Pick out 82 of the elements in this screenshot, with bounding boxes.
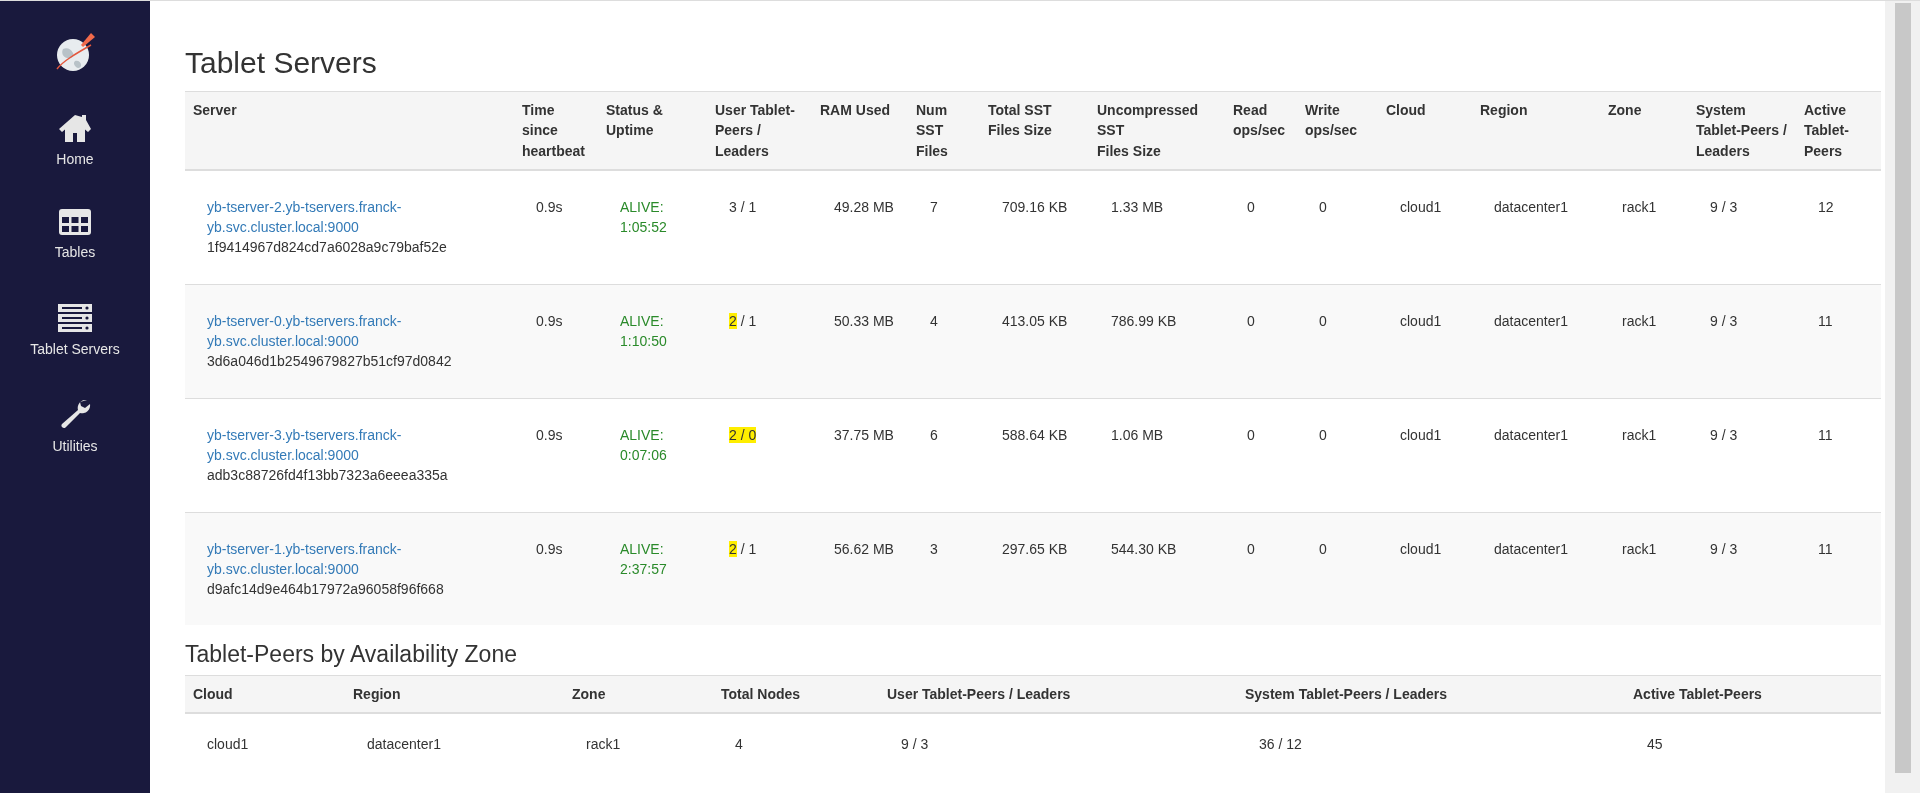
scrollbar[interactable] — [1885, 1, 1920, 793]
column-header: Server — [185, 91, 514, 170]
column-header: Cloud — [1378, 91, 1472, 170]
status-text: ALIVE: — [620, 539, 665, 559]
table-cell: cloud1 — [185, 713, 345, 783]
uptime-text: 1:05:52 — [620, 218, 668, 238]
column-header: Zone — [564, 675, 713, 714]
column-header: Cloud — [185, 675, 345, 714]
column-header: Active Tablet-Peers — [1796, 91, 1881, 170]
table-cell: cloud1 — [1378, 512, 1472, 626]
table-cell: 11 — [1796, 512, 1881, 626]
column-header: Time since heartbeat — [514, 91, 598, 170]
table-cell: 9 / 3 — [1688, 284, 1796, 399]
server-stack-icon — [57, 303, 93, 333]
server-link[interactable]: yb-tserver-2.yb-tservers.franck-yb.svc.cluster.local:9000 — [207, 196, 422, 238]
column-header: RAM Used — [812, 91, 908, 170]
server-uuid: adb3c88726fd4f13bb7323a6eeea335a — [207, 466, 449, 486]
column-header: User Tablet-Peers / Leaders — [707, 91, 812, 170]
table-cell: rack1 — [1600, 512, 1688, 626]
column-header: Write ops/sec — [1297, 91, 1378, 170]
table-cell: 413.05 KB — [980, 284, 1089, 399]
table-cell: 0 — [1225, 512, 1297, 626]
column-header: Status & Uptime — [598, 91, 707, 170]
table-cell: 0.9s — [514, 512, 598, 626]
column-header: Zone — [1600, 91, 1688, 170]
column-header: User Tablet-Peers / Leaders — [879, 675, 1237, 714]
table-cell: 786.99 KB — [1089, 284, 1225, 399]
table-cell: 45 — [1625, 713, 1881, 783]
sidebar-item[interactable]: Tables — [54, 208, 96, 303]
server-uuid: d9afc14d9e464b17972a96058f96f668 — [207, 580, 445, 600]
table-cell: cloud1 — [1378, 284, 1472, 399]
table-cell: 297.65 KB — [980, 512, 1089, 626]
column-header: System Tablet-Peers / Leaders — [1237, 675, 1625, 714]
server-link[interactable]: yb-tserver-3.yb-tservers.franck-yb.svc.cluster.local:9000 — [207, 424, 422, 466]
status-text: ALIVE: — [620, 197, 665, 217]
table-cell: datacenter1 — [345, 713, 564, 783]
status-text: ALIVE: — [620, 425, 665, 445]
section-title: Tablet-Peers by Availability Zone — [185, 641, 518, 670]
table-cell: 11 — [1796, 284, 1881, 399]
column-header: Region — [345, 675, 564, 714]
server-link[interactable]: yb-tserver-1.yb-tservers.franck-yb.svc.cluster.local:9000 — [207, 538, 422, 580]
table-cell: rack1 — [1600, 284, 1688, 399]
table-cell: 56.62 MB — [812, 512, 908, 626]
sidebar-item[interactable]: Home — [56, 113, 94, 208]
table-cell: 50.33 MB — [812, 284, 908, 399]
table-cell: 0 — [1297, 284, 1378, 399]
table-cell: 544.30 KB — [1089, 512, 1225, 626]
column-header: Total SST Files Size — [980, 91, 1089, 170]
page-title: Tablet Servers — [185, 45, 378, 81]
uptime-text: 0:07:06 — [620, 445, 668, 465]
status-text: ALIVE: — [620, 311, 665, 331]
column-header: Region — [1472, 91, 1600, 170]
column-header: Uncompressed SST Files Size — [1089, 91, 1225, 170]
table-cell: 9 / 3 — [1688, 512, 1796, 626]
table-cell: 3 — [908, 512, 980, 626]
table-cell: rack1 — [564, 713, 713, 783]
uptime-text: 2:37:57 — [620, 559, 668, 579]
table-cell: 0 — [1297, 512, 1378, 626]
table-cell: 4 — [713, 713, 879, 783]
server-link[interactable]: yb-tserver-0.yb-tservers.franck-yb.svc.cluster.local:9000 — [207, 310, 422, 352]
column-header: Active Tablet-Peers — [1625, 675, 1881, 714]
table-cell: 36 / 12 — [1237, 713, 1625, 783]
wrench-icon — [59, 398, 91, 430]
table-cell: 2 / 1 — [707, 284, 812, 399]
home-icon — [57, 113, 93, 143]
column-header: Num SST Files — [908, 91, 980, 170]
column-header: Total Nodes — [713, 675, 879, 714]
uptime-text: 1:10:50 — [620, 332, 668, 352]
column-header: Read ops/sec — [1225, 91, 1297, 170]
table-cell: 2 / 1 — [707, 512, 812, 626]
table-cell: 0 — [1225, 284, 1297, 399]
table-grid-icon — [58, 208, 92, 236]
table-cell: 4 — [908, 284, 980, 399]
sidebar-item[interactable]: Tablet Servers — [30, 303, 120, 398]
column-header: System Tablet-Peers / Leaders — [1688, 91, 1796, 170]
server-uuid: 1f9414967d824cd7a6028a9c79baf52e — [207, 238, 448, 258]
table-cell: 9 / 3 — [879, 713, 1237, 783]
server-uuid: 3d6a046d1b2549679827b51cf97d0842 — [207, 352, 453, 372]
table-cell: datacenter1 — [1472, 284, 1600, 399]
table-cell: 0.9s — [514, 284, 598, 399]
table-cell: datacenter1 — [1472, 512, 1600, 626]
sidebar-item[interactable]: Utilities — [52, 398, 98, 493]
